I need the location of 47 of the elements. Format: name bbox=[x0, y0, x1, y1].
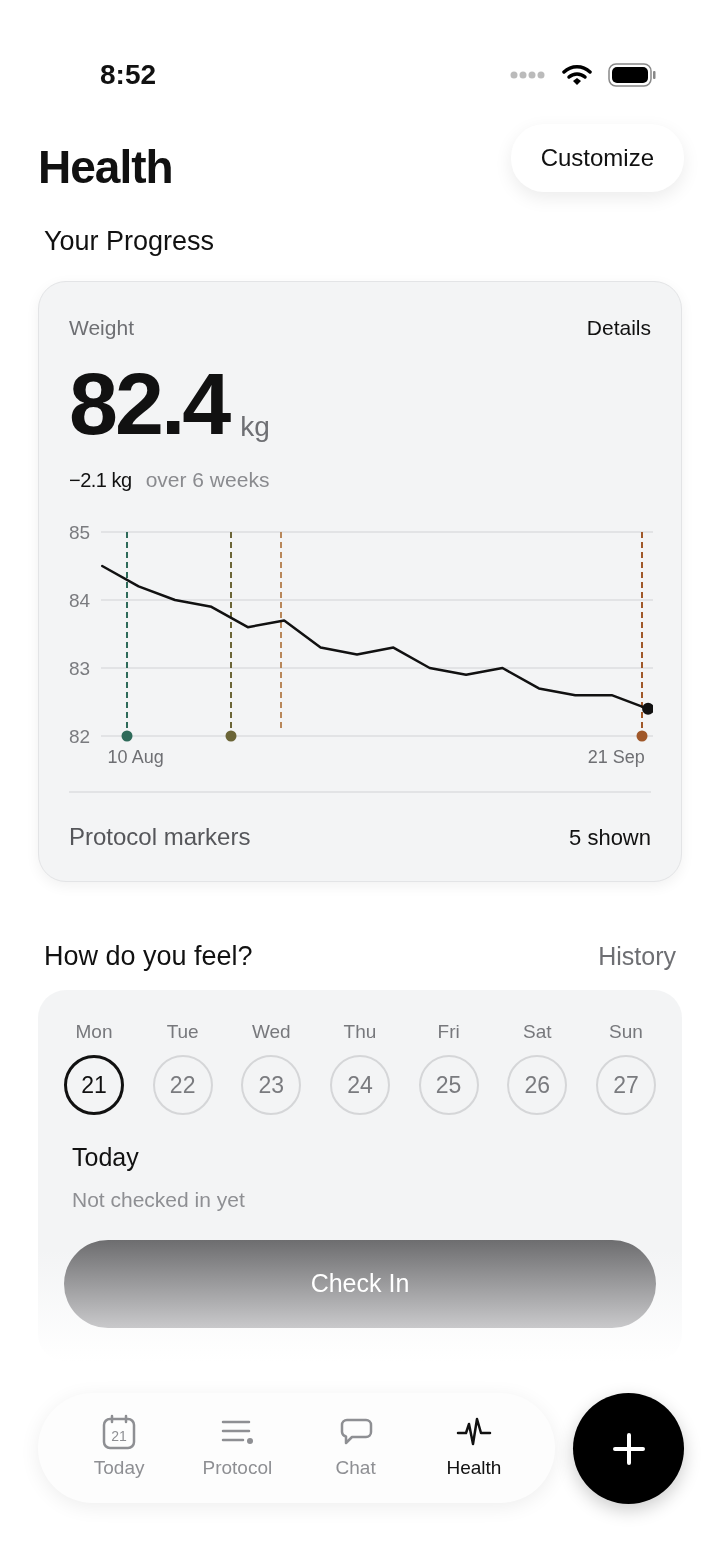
date-button[interactable]: 26 bbox=[507, 1054, 568, 1115]
check-in-button[interactable]: Check In bbox=[64, 1239, 656, 1328]
weekday-label: Wed bbox=[251, 1020, 291, 1045]
markers-count: 5 shown bbox=[569, 823, 651, 852]
weekday-label: Sat bbox=[523, 1020, 552, 1045]
markers-label: Protocol markers bbox=[69, 822, 251, 853]
date-button[interactable]: 22 bbox=[152, 1054, 213, 1115]
date-button[interactable]: 24 bbox=[329, 1054, 390, 1115]
page-title: Health bbox=[38, 140, 173, 195]
check-in-status: Not checked in yet bbox=[72, 1187, 246, 1214]
weight-unit: kg bbox=[240, 409, 270, 444]
latest-point bbox=[642, 703, 653, 716]
section-title: How do you feel? bbox=[43, 940, 253, 973]
y-axis-label: 85 bbox=[69, 522, 91, 544]
weight-value: 82.4 bbox=[69, 359, 229, 448]
metric-label: Weight bbox=[69, 315, 134, 342]
weekday-label: Mon bbox=[75, 1020, 113, 1045]
history-link[interactable]: History bbox=[598, 937, 676, 976]
plus-icon bbox=[611, 1431, 646, 1466]
add-button[interactable] bbox=[573, 1393, 684, 1504]
weekday-label: Fri bbox=[437, 1020, 460, 1045]
wifi-icon bbox=[562, 64, 592, 86]
tab-bar-item[interactable]: 21 Today bbox=[60, 1413, 179, 1483]
tab-bar-item[interactable]: Chat bbox=[296, 1413, 415, 1483]
x-axis-label: 10 Aug bbox=[107, 747, 164, 768]
y-axis-label: 84 bbox=[69, 590, 91, 612]
signal-icon bbox=[510, 71, 546, 79]
battery-icon bbox=[608, 63, 656, 87]
weight-change: −2.1 kg bbox=[69, 467, 132, 493]
tab-bar-item[interactable]: Health bbox=[414, 1413, 533, 1483]
x-axis-label: 21 Sep bbox=[587, 747, 645, 768]
details-link[interactable]: Details bbox=[586, 312, 651, 344]
date-button[interactable]: 23 bbox=[241, 1054, 302, 1115]
weekday-label: Tue bbox=[166, 1020, 199, 1045]
section-title: Your Progress bbox=[43, 225, 216, 258]
date-button[interactable]: 25 bbox=[418, 1054, 479, 1115]
y-axis-label: 82 bbox=[69, 726, 91, 748]
change-period: over 6 weeks bbox=[145, 466, 270, 493]
tab-bar-item[interactable]: Protocol bbox=[178, 1413, 297, 1483]
date-button[interactable]: 21 bbox=[64, 1054, 124, 1115]
weekday-label: Sun bbox=[609, 1020, 643, 1045]
y-axis-label: 83 bbox=[69, 658, 91, 680]
status-time: 8:52 bbox=[100, 58, 157, 92]
weekday-label: Thu bbox=[343, 1020, 377, 1045]
customize-button[interactable]: Customize bbox=[510, 124, 684, 192]
today-title: Today bbox=[72, 1141, 140, 1173]
date-button[interactable]: 27 bbox=[595, 1054, 656, 1115]
